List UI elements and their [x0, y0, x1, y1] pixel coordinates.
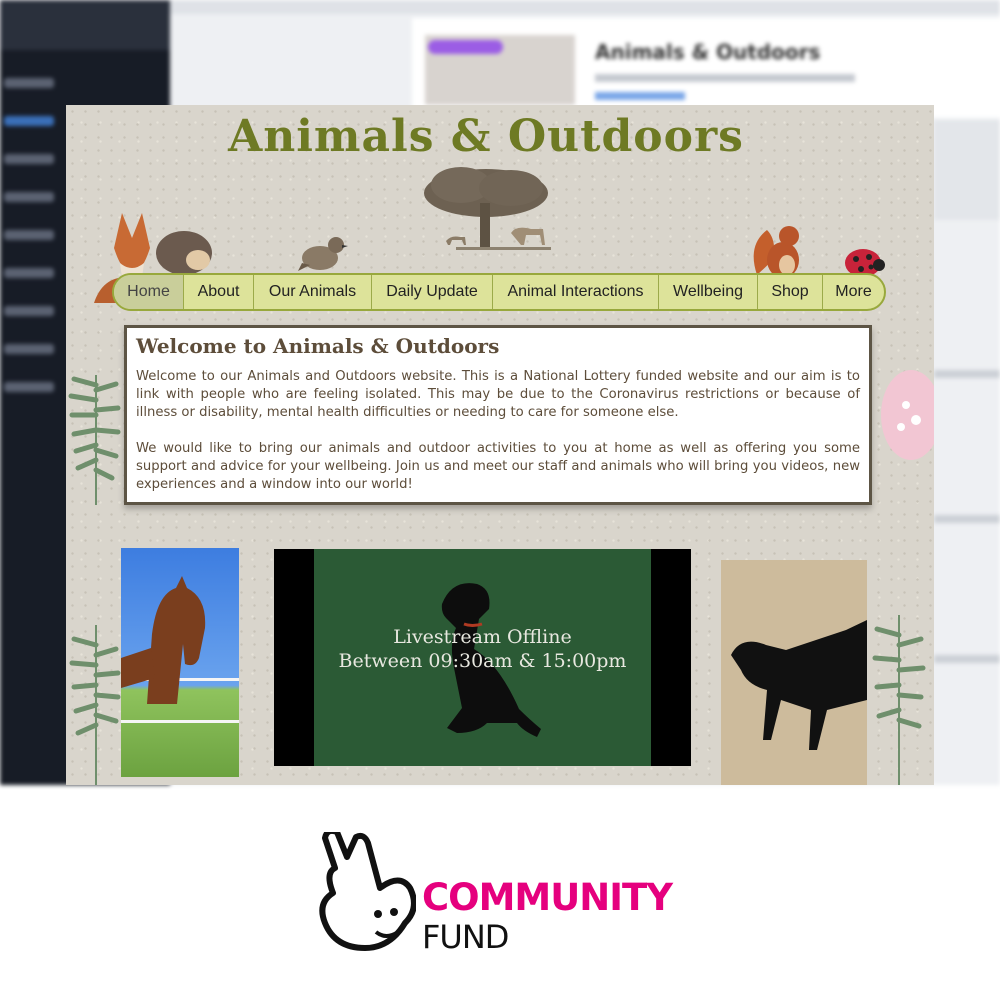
nav-item-home[interactable]: Home	[114, 275, 184, 309]
tree-illustration	[424, 167, 551, 250]
welcome-paragraph-1: Welcome to our Animals and Outdoors webs…	[136, 369, 860, 420]
background-card-title: Animals & Outdoors	[595, 40, 821, 64]
logo-fund-text: FUND	[422, 918, 509, 956]
nav-item-about[interactable]: About	[184, 275, 254, 309]
pink-flower-decoration	[881, 370, 934, 460]
nav-item-our-animals[interactable]: Our Animals	[254, 275, 372, 309]
site-title: Animals & Outdoors	[228, 111, 744, 162]
welcome-box: Welcome to Animals & Outdoors Welcome to…	[124, 325, 872, 505]
welcome-paragraph-2: We would like to bring our animals and o…	[136, 441, 860, 492]
fern-decoration-bottom-right	[872, 615, 926, 785]
welcome-heading: Welcome to Animals & Outdoors	[136, 334, 500, 358]
background-badge	[428, 40, 503, 54]
website-preview: Animals & Outdoors Home About Our Animal…	[66, 105, 934, 785]
livestream-status: Livestream Offline	[393, 626, 572, 648]
livestream-hours: Between 09:30am & 15:00pm	[338, 650, 627, 672]
nav-item-more[interactable]: More	[823, 275, 884, 309]
livestream-player[interactable]: Livestream Offline Between 09:30am & 15:…	[274, 549, 691, 766]
bird-illustration	[298, 237, 348, 271]
main-nav: Home About Our Animals Daily Update Anim…	[112, 273, 886, 311]
nav-item-animal-interactions[interactable]: Animal Interactions	[493, 275, 659, 309]
logo-community-text: COMMUNITY	[422, 876, 673, 919]
horse-image	[121, 576, 239, 723]
community-fund-logo: COMMUNITY FUND	[316, 827, 686, 957]
dog-image	[721, 560, 867, 785]
squirrel-illustration	[753, 226, 799, 278]
nav-item-daily-update[interactable]: Daily Update	[372, 275, 493, 309]
fern-decoration-bottom-left	[69, 625, 121, 785]
crossed-fingers-logo-icon	[319, 827, 417, 951]
nav-item-wellbeing[interactable]: Wellbeing	[659, 275, 758, 309]
dog-photo	[721, 560, 867, 785]
screenshot: Animals & Outdoors Animals & Outdoors Ho…	[0, 0, 1000, 1000]
horse-photo	[121, 548, 239, 777]
nav-item-shop[interactable]: Shop	[758, 275, 823, 309]
fern-decoration-left	[68, 375, 121, 505]
